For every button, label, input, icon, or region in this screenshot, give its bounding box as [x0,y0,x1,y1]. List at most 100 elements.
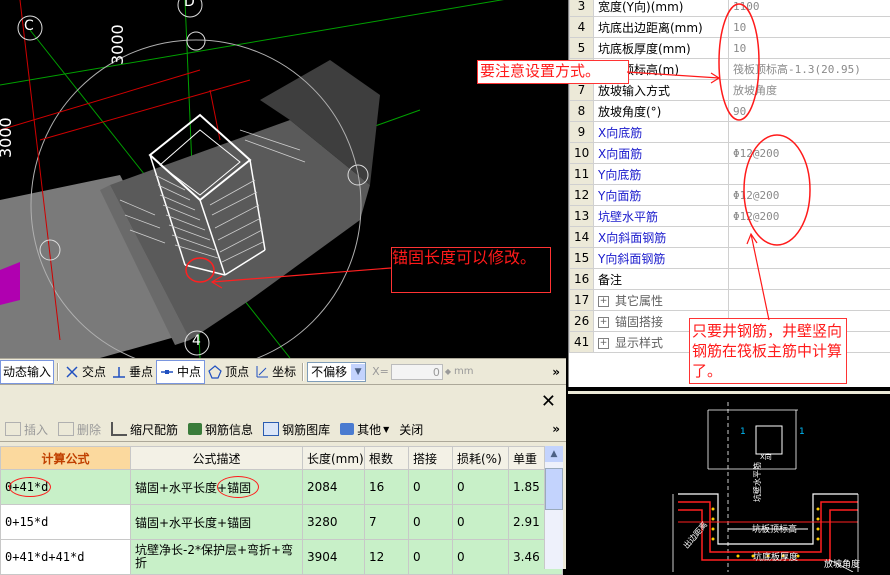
description-cell[interactable]: 坑壁净长-2*保护层+弯折+弯折 [131,540,303,575]
panel-header: ✕ [0,385,566,417]
section-label: 坑壁水平筋 [752,462,763,502]
x-coordinate-label: X= [372,365,389,378]
loss-cell[interactable]: 0 [453,470,509,505]
dimension-left: 3000 [0,117,15,158]
insert-icon [5,422,21,436]
dimension-label: 1 [799,427,805,437]
toolbar-overflow-icon[interactable]: » [552,422,560,436]
rebar-library-label: 钢筋图库 [282,421,330,438]
table-row[interactable]: 0+41*d+41*d 坑壁净长-2*保护层+弯折+弯折 3904 12 0 0… [1,540,563,575]
viewport-canvas [0,0,566,358]
snap-toolbar: 动态输入 交点 垂点 中点 顶点 坐标 不偏移 ▼ X= 0 ◆ mm » [0,358,566,385]
length-cell[interactable]: 3904 [303,540,365,575]
annotation-overlay [569,0,890,387]
close-label: 关闭 [399,421,423,438]
column-header[interactable]: 损耗(%) [453,447,509,470]
column-header[interactable]: 搭接 [409,447,453,470]
lap-cell[interactable]: 0 [409,470,453,505]
offset-mode-select[interactable]: 不偏移 ▼ [307,362,366,382]
dropdown-arrow-icon: ▼ [383,425,389,434]
perpendicular-label: 垂点 [129,363,153,380]
table-scrollbar[interactable]: ▲ [544,446,563,569]
section-label: X向 [760,452,772,462]
other-menu-button[interactable]: 其他 ▼ [335,421,394,438]
table-header-row: 计算公式 公式描述 长度(mm) 根数 搭接 损耗(%) 单重 [1,447,563,470]
scale-rebar-button[interactable]: 缩尺配筋 [106,421,183,438]
offset-mode-value: 不偏移 [311,363,347,380]
dynamic-input-button[interactable]: 动态输入 [0,360,54,384]
table-row[interactable]: 0+15*d 锚固+水平长度+锚固 3280 7 0 0 2.91 [1,505,563,540]
rebar-table: 计算公式 公式描述 长度(mm) 根数 搭接 损耗(%) 单重 0+41*d 锚… [0,446,563,575]
table-row[interactable]: 0+41*d 锚固+水平长度+锚固 2084 16 0 0 1.85 [1,470,563,505]
toolbar-separator [57,363,59,381]
highlight-circle [9,477,51,497]
scale-rebar-icon [111,422,127,436]
formula-cell[interactable]: 0+41*d+41*d [1,540,131,575]
rebar-editor-panel: ✕ 插入 删除 缩尺配筋 钢筋信息 钢筋图库 其他 ▼ 关闭 [0,385,566,569]
rebar-info-button[interactable]: 钢筋信息 [183,421,258,438]
toolbar-separator [302,363,304,381]
rebar-library-icon [263,422,279,436]
axis-label-c: C [24,18,34,34]
coordinate-label: 坐标 [272,363,296,380]
dimension-label: 1 [740,427,746,437]
rebar-toolbar: 插入 删除 缩尺配筋 钢筋信息 钢筋图库 其他 ▼ 关闭 » [0,417,566,442]
count-cell[interactable]: 12 [365,540,409,575]
vertex-icon [208,365,222,379]
vertex-snap-button[interactable]: 顶点 [205,361,252,383]
count-cell[interactable]: 7 [365,505,409,540]
midpoint-label: 中点 [177,363,201,380]
lap-cell[interactable]: 0 [409,505,453,540]
lap-cell[interactable]: 0 [409,540,453,575]
loss-cell[interactable]: 0 [453,505,509,540]
spin-icon[interactable]: ◆ [445,367,451,376]
x-coordinate-input[interactable]: 0 [391,364,443,380]
toolbar-overflow-icon[interactable]: » [552,365,560,379]
scroll-thumb[interactable] [545,468,563,510]
description-cell[interactable]: 锚固+水平长度+锚固 [131,505,303,540]
close-panel-button[interactable]: 关闭 [394,421,428,438]
other-icon [340,423,354,435]
insert-button[interactable]: 插入 [0,421,53,438]
intersection-snap-button[interactable]: 交点 [62,361,109,383]
section-preview: 1 1 X向 坑壁水平筋 坑板顶标高 坑底板厚度 放坡角度 出边距离 [568,391,890,572]
column-header[interactable]: 公式描述 [131,447,303,470]
length-cell[interactable]: 2084 [303,470,365,505]
description-cell[interactable]: 锚固+水平长度+锚固 [131,470,303,505]
midpoint-snap-button[interactable]: 中点 [156,360,205,384]
coordinate-snap-button[interactable]: 坐标 [252,361,299,383]
dynamic-input-label: 动态输入 [3,363,51,380]
formula-cell[interactable]: 0+15*d [1,505,131,540]
perpendicular-icon [112,365,126,379]
count-cell[interactable]: 16 [365,470,409,505]
insert-label: 插入 [24,421,48,438]
length-cell[interactable]: 3280 [303,505,365,540]
scale-rebar-label: 缩尺配筋 [130,421,178,438]
column-header[interactable]: 根数 [365,447,409,470]
delete-label: 删除 [77,421,101,438]
column-header[interactable]: 长度(mm) [303,447,365,470]
coordinate-icon [255,365,269,379]
delete-icon [58,422,74,436]
column-header[interactable]: 计算公式 [1,447,131,470]
anchor-length-note: 锚固长度可以修改。 [391,247,551,293]
axis-label-4: 4 [192,333,201,349]
intersection-label: 交点 [82,363,106,380]
vertex-label: 顶点 [225,363,249,380]
delete-button[interactable]: 删除 [53,421,106,438]
perpendicular-snap-button[interactable]: 垂点 [109,361,156,383]
dimension-vertical: 3000 [108,24,127,65]
section-label: 放坡角度 [824,557,860,570]
close-icon[interactable]: ✕ [541,391,556,412]
loss-cell[interactable]: 0 [453,540,509,575]
highlight-circle [217,476,259,498]
section-drawing [568,394,890,572]
drawing-viewport[interactable]: C D 4 3000 3000 锚固长度可以修改。 [0,0,566,358]
rebar-library-button[interactable]: 钢筋图库 [258,421,335,438]
scroll-up-icon[interactable]: ▲ [545,446,563,462]
axis-label-d: D [184,0,195,10]
formula-cell[interactable]: 0+41*d [1,470,131,505]
midpoint-icon [160,365,174,379]
rebar-info-icon [188,423,202,435]
section-label: 坑板顶标高 [752,522,797,535]
